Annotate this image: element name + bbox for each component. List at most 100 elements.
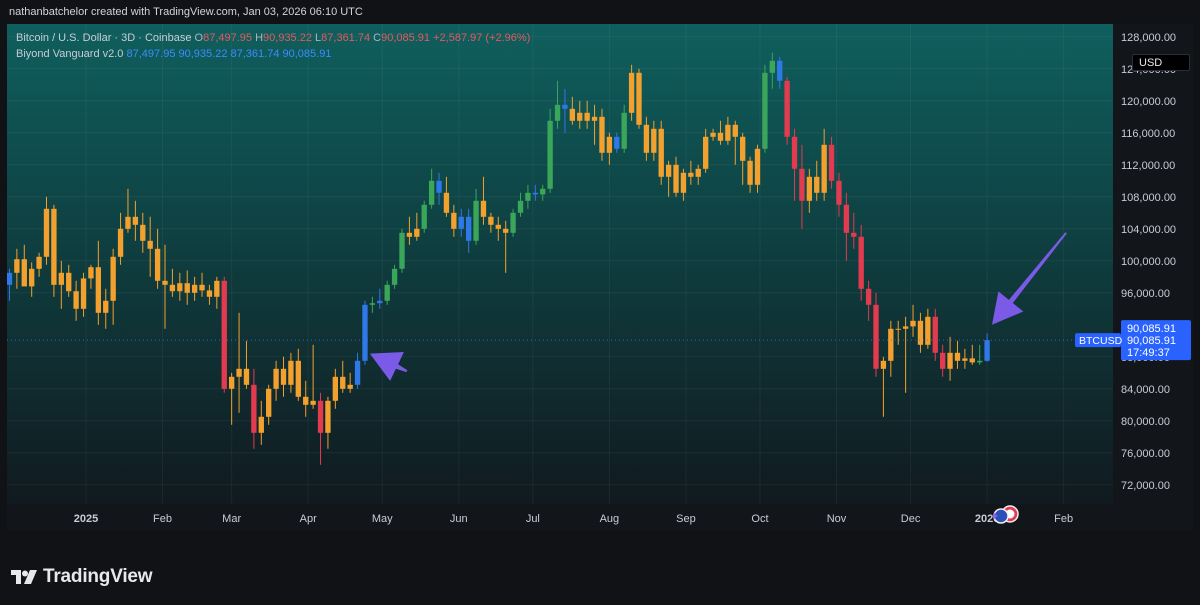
candle-body	[910, 320, 916, 327]
indicator-legend[interactable]: Biyond Vanguard v2.0 87,497.95 90,935.22…	[16, 48, 331, 60]
candle-body	[680, 172, 687, 193]
candle-body	[969, 358, 975, 363]
candle-body	[702, 136, 709, 169]
symbol-title: Bitcoin / U.S. Dollar · 3D · Coinbase	[16, 32, 192, 44]
tradingview-logo[interactable]: TradingView	[11, 566, 153, 588]
candle-body	[73, 291, 79, 309]
candle-body	[51, 208, 57, 285]
price-tick-label: 108,000.00	[1121, 192, 1176, 204]
price-tick-label: 116,000.00	[1121, 128, 1175, 140]
candle-body	[251, 384, 257, 433]
candle-body	[495, 224, 501, 229]
candle-body	[354, 360, 361, 385]
candle-body	[799, 168, 805, 201]
candle-body	[206, 290, 213, 297]
attribution-text: nathanbatchelor created with TradingView…	[9, 6, 363, 18]
candle-body	[517, 200, 524, 213]
candle-body	[369, 303, 376, 305]
time-tick-label: Sep	[676, 513, 696, 525]
time-tick-label: Aug	[600, 513, 620, 525]
candle-body	[954, 352, 961, 361]
candle-body	[606, 136, 613, 153]
candle-body	[332, 376, 339, 401]
header-bar: nathanbatchelor created with TradingView…	[0, 0, 1200, 24]
candle-body	[725, 124, 731, 141]
time-tick-label: Feb	[1054, 513, 1073, 525]
high-label: H	[255, 32, 264, 44]
candle-body	[651, 128, 657, 153]
candle-body	[110, 256, 116, 301]
last-price-label: 90,085.91	[1127, 323, 1176, 335]
open-label: O	[194, 32, 204, 44]
currency-badge[interactable]: USD	[1132, 54, 1190, 71]
candle-body	[125, 216, 131, 229]
candle-body	[273, 368, 279, 389]
price-tick-label: 112,000.00	[1121, 160, 1175, 172]
candle-body	[154, 248, 161, 281]
candlestick-chart[interactable]: 72,000.0076,000.0080,000.0084,000.0088,0…	[7, 24, 1193, 530]
candle-body	[199, 284, 205, 291]
candle-body	[221, 280, 227, 389]
candle-body	[791, 136, 798, 169]
tradingview-logo-text: TradingView	[43, 566, 153, 587]
candle-body	[917, 320, 924, 345]
low-value: 87,361.74	[321, 32, 371, 44]
candle-body	[769, 60, 775, 73]
candle-body	[177, 283, 183, 292]
candle-body	[540, 188, 546, 195]
price-tick-label: 100,000.00	[1121, 256, 1176, 268]
candle-body	[465, 216, 472, 241]
candle-body	[103, 300, 109, 313]
candle-body	[777, 60, 783, 81]
time-tick-label: Feb	[153, 513, 172, 525]
candle-body	[310, 400, 316, 405]
candle-body	[184, 283, 190, 293]
candle-body	[643, 124, 650, 153]
symbol-legend[interactable]: Bitcoin / U.S. Dollar · 3D · Coinbase O8…	[16, 32, 530, 44]
price-tick-label: 120,000.00	[1121, 96, 1176, 108]
candle-body	[710, 132, 716, 137]
candle-body	[473, 200, 479, 241]
candle-body	[288, 360, 294, 385]
candle-body	[814, 176, 820, 193]
candle-body	[621, 112, 627, 149]
candle-body	[95, 267, 102, 313]
candle-body	[843, 204, 850, 233]
candle-body	[873, 304, 879, 369]
candle-body	[939, 352, 946, 369]
candle-body	[947, 352, 953, 369]
open-value: 87,497.95	[203, 32, 253, 44]
time-tick-label: Apr	[300, 513, 317, 525]
time-tick-label: May	[372, 513, 393, 525]
candle-body	[688, 172, 694, 177]
candle-body	[80, 278, 87, 309]
candle-body	[280, 368, 287, 385]
candle-body	[406, 232, 413, 237]
candle-body	[821, 144, 827, 193]
symbol-badge-label: BTCUSD	[1079, 335, 1123, 347]
candle-body	[865, 288, 872, 305]
time-tick-label: Nov	[827, 513, 847, 525]
candle-body	[295, 360, 301, 397]
candle-body	[895, 328, 901, 330]
candle-body	[303, 396, 309, 405]
chart-area[interactable]: 72,000.0076,000.0080,000.0084,000.0088,0…	[7, 24, 1193, 530]
close-value: 90,085.91	[381, 32, 431, 44]
indicator-value: 87,361.74	[230, 48, 280, 60]
candle-body	[391, 268, 398, 285]
footer-bar	[0, 556, 1200, 605]
price-tick-label: 128,000.00	[1121, 32, 1176, 44]
last-price-label: 90,085.91	[1127, 335, 1176, 347]
tradingview-logo-icon	[11, 570, 37, 584]
candle-body	[569, 108, 576, 121]
candle-body	[902, 326, 909, 329]
candle-body	[214, 280, 220, 297]
countdown-label: 17:49:37	[1127, 347, 1170, 359]
candle-body	[525, 192, 531, 201]
candle-body	[532, 192, 538, 195]
price-tick-label: 84,000.00	[1121, 384, 1170, 396]
candle-body	[762, 72, 768, 149]
candle-body	[362, 304, 368, 361]
candle-body	[984, 340, 990, 361]
time-tick-label: Mar	[222, 513, 241, 525]
